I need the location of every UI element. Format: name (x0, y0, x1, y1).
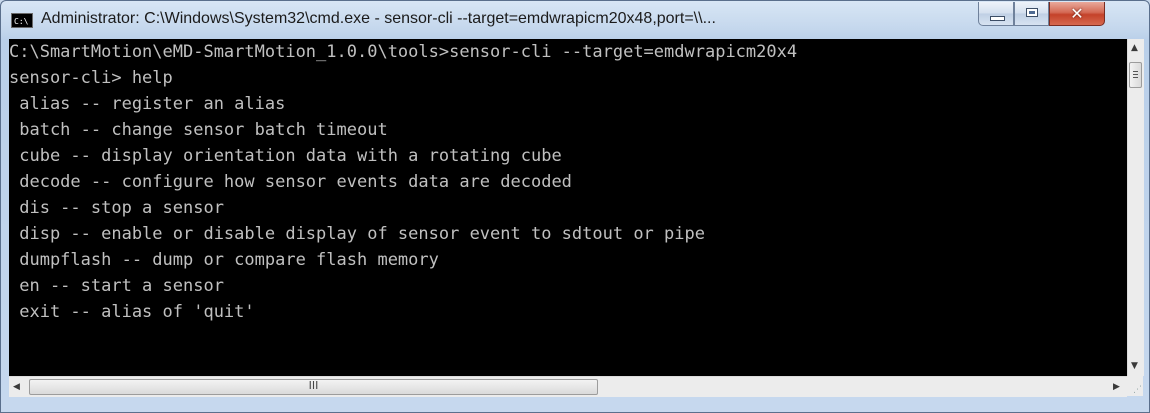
cmd-app-icon[interactable]: C:\ (11, 13, 33, 28)
console-line: exit -- alias of 'quit' (9, 302, 255, 322)
console-line: alias -- register an alias (9, 94, 286, 114)
close-icon: ✕ (1070, 4, 1084, 23)
horizontal-scrollbar[interactable]: ◀ III ▶ (9, 376, 1127, 397)
window-title: Administrator: C:\Windows\System32\cmd.e… (41, 10, 716, 27)
vertical-scrollbar[interactable]: ▲ ▼ (1127, 39, 1144, 376)
console-line: disp -- enable or disable display of sen… (9, 224, 705, 244)
resize-grip-icon[interactable]: ⋰ (1133, 385, 1142, 395)
console-line: dumpflash -- dump or compare flash memor… (9, 250, 439, 270)
console-line: batch -- change sensor batch timeout (9, 120, 388, 140)
console-line: C:\SmartMotion\eMD-SmartMotion_1.0.0\too… (9, 42, 798, 62)
resize-corner[interactable]: ⋰ (1127, 376, 1143, 396)
vertical-scroll-thumb[interactable] (1129, 62, 1142, 88)
console-line: en -- start a sensor (9, 276, 224, 296)
minimize-button[interactable] (978, 2, 1014, 26)
maximize-button[interactable] (1014, 2, 1049, 26)
cmd-window: C:\ Administrator: C:\Windows\System32\c… (0, 0, 1150, 413)
console-line: cube -- display orientation data with a … (9, 146, 562, 166)
scroll-up-arrow-icon[interactable]: ▲ (1131, 43, 1138, 53)
title-bar[interactable]: C:\ Administrator: C:\Windows\System32\c… (1, 1, 1149, 41)
maximize-icon (1026, 8, 1038, 17)
console-output[interactable]: C:\SmartMotion\eMD-SmartMotion_1.0.0\too… (9, 39, 1127, 376)
horizontal-scroll-thumb[interactable]: III (29, 379, 598, 395)
scroll-grip-icon: III (308, 379, 319, 392)
scroll-right-arrow-icon[interactable]: ▶ (1113, 382, 1120, 392)
console-line: decode -- configure how sensor events da… (9, 172, 572, 192)
console-line: dis -- stop a sensor (9, 198, 224, 218)
minimize-icon (990, 16, 1005, 21)
scroll-down-arrow-icon[interactable]: ▼ (1131, 361, 1138, 371)
scroll-left-arrow-icon[interactable]: ◀ (13, 382, 20, 392)
close-button[interactable]: ✕ (1049, 2, 1105, 26)
console-line: sensor-cli> help (9, 68, 173, 88)
